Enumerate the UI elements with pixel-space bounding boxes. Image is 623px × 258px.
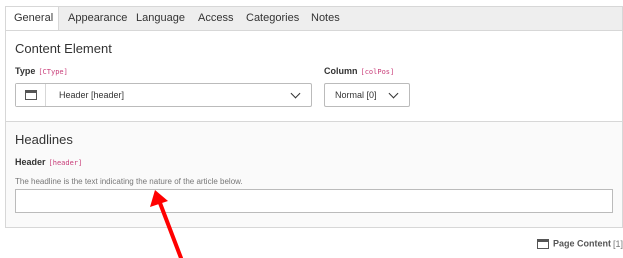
type-select-value: Header [header] [59, 90, 125, 100]
page-content-uid: [1] [612, 238, 623, 249]
headlines-panel: Headlines Header [header] The headline is… [5, 122, 623, 228]
header-field-label: Header [header] [15, 157, 82, 167]
page-content-icon [536, 238, 549, 249]
tab-appearance[interactable]: Appearance [68, 7, 127, 31]
column-label-text: Column [324, 66, 358, 76]
chevron-down-icon [290, 88, 301, 99]
content-element-icon [25, 90, 37, 100]
header-label-text: Header [15, 157, 46, 167]
tab-language[interactable]: Language [136, 7, 185, 31]
page-content-label: Page Content [552, 238, 611, 249]
chevron-down-icon [388, 88, 399, 99]
type-select[interactable]: Header [header] [15, 83, 312, 107]
tab-bar: General Appearance Language Access Categ… [5, 6, 623, 32]
type-label-text: Type [15, 66, 36, 76]
record-info: Page Content [1] [536, 236, 623, 250]
tab-notes[interactable]: Notes [311, 7, 340, 31]
tab-access[interactable]: Access [198, 7, 233, 31]
tab-general[interactable]: General [6, 7, 59, 32]
type-icon-cell [16, 84, 46, 106]
record-edit-form: General Appearance Language Access Categ… [0, 0, 623, 258]
type-field-label: Type [CType] [15, 66, 68, 76]
column-field-key: [colPos] [360, 68, 395, 76]
header-input[interactable] [15, 189, 613, 213]
type-field-key: [CType] [38, 68, 68, 76]
column-field-label: Column [colPos] [324, 66, 394, 76]
column-select-value: Normal [0] [335, 90, 377, 100]
column-select[interactable]: Normal [0] [324, 83, 410, 107]
headlines-title: Headlines [15, 132, 73, 147]
header-description: The headline is the text indicating the … [15, 177, 243, 186]
tab-categories[interactable]: Categories [246, 7, 299, 31]
content-element-panel: Content Element Type [CType] Column [colPo… [5, 30, 623, 122]
content-element-title: Content Element [15, 41, 112, 56]
header-field-key: [header] [48, 159, 83, 167]
